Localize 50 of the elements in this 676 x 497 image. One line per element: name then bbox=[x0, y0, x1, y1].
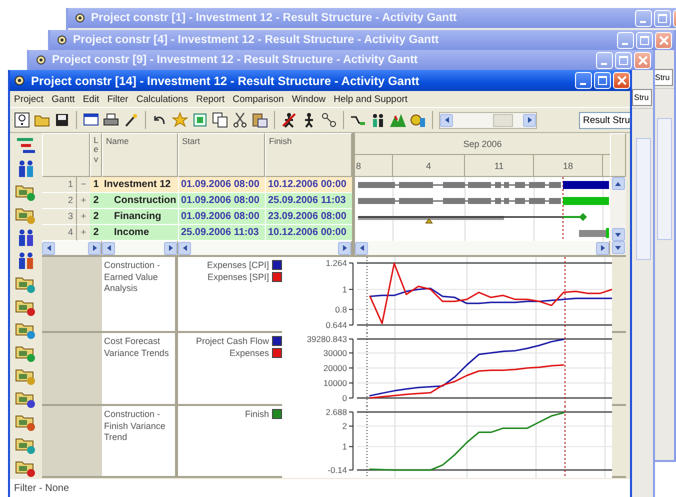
chart-title: Construction - Earned Value Analysis bbox=[102, 257, 178, 331]
table-cell: 10.12.2006 00:00 bbox=[265, 225, 352, 241]
row-number: 4 bbox=[42, 225, 77, 241]
legend-label: Expenses [CPI] bbox=[206, 260, 269, 270]
table-cell: Investment 12 bbox=[102, 177, 178, 193]
axis-label: 2.688 bbox=[326, 407, 347, 417]
axis-label: 0 bbox=[342, 393, 347, 403]
table-cell: 23.09.2006 08:00 bbox=[265, 209, 352, 225]
axis-label: 0.644 bbox=[326, 320, 347, 330]
table-cell: Financing bbox=[102, 209, 178, 225]
status-text: Filter - None bbox=[10, 479, 630, 497]
axis-label: -0.14 bbox=[328, 465, 347, 475]
legend-label: Project Cash Flow bbox=[196, 336, 269, 346]
timeline-day: 18 bbox=[534, 155, 603, 176]
window-title: Project constr [9] - Investment 12 - Result Structure - Activity Gantt bbox=[52, 54, 419, 66]
axis-label: 1 bbox=[342, 284, 347, 294]
timeline-day: 8 bbox=[355, 155, 393, 176]
legend-label: Expenses bbox=[229, 348, 269, 358]
window-title: Project constr [1] - Investment 12 - Result Structure - Activity Gantt bbox=[91, 12, 458, 24]
legend-label: Finish bbox=[244, 409, 269, 419]
axis-label: 0.8 bbox=[335, 304, 347, 314]
legend-label: Expenses [SPI] bbox=[207, 272, 269, 282]
window-title: Project constr [4] - Investment 12 - Result Structure - Activity Gantt bbox=[73, 34, 440, 46]
table-cell: 2 bbox=[90, 225, 102, 241]
table-cell: Construction bbox=[102, 193, 178, 209]
axis-label: 30000 bbox=[323, 348, 347, 358]
axis-label: 1.264 bbox=[326, 258, 347, 268]
table-cell: Income bbox=[102, 225, 178, 241]
row-number: 1 bbox=[42, 177, 77, 193]
chart-title: Construction - Finish Variance Trend bbox=[102, 406, 178, 476]
axis-label: 1 bbox=[342, 442, 347, 452]
table-cell: 25.09.2006 11:03 bbox=[178, 225, 265, 241]
row-number: 3 bbox=[42, 209, 77, 225]
table-cell: 1 bbox=[90, 177, 102, 193]
row-number: 2 bbox=[42, 193, 77, 209]
table-cell: 25.09.2006 11:03 bbox=[265, 193, 352, 209]
table-cell: 01.09.2006 08:00 bbox=[178, 209, 265, 225]
window-title: Project constr [14] - Investment 12 - Result Structure - Activity Gantt bbox=[31, 74, 420, 88]
axis-label: 10000 bbox=[323, 378, 347, 388]
axis-label: 20000 bbox=[323, 362, 347, 373]
axis-label: 2 bbox=[342, 421, 347, 432]
axis-label: 39280.843 bbox=[306, 334, 347, 344]
timeline-day: 11 bbox=[465, 155, 534, 176]
table-cell: 10.12.2006 00:00 bbox=[265, 177, 352, 193]
table-cell: 01.09.2006 08:00 bbox=[178, 177, 265, 193]
chart-title: Cost Forecast Variance Trends bbox=[102, 333, 178, 404]
table-cell: 2 bbox=[90, 193, 102, 209]
table-cell: 2 bbox=[90, 209, 102, 225]
table-cell: 01.09.2006 08:00 bbox=[178, 193, 265, 209]
timeline-day: 4 bbox=[393, 155, 465, 176]
